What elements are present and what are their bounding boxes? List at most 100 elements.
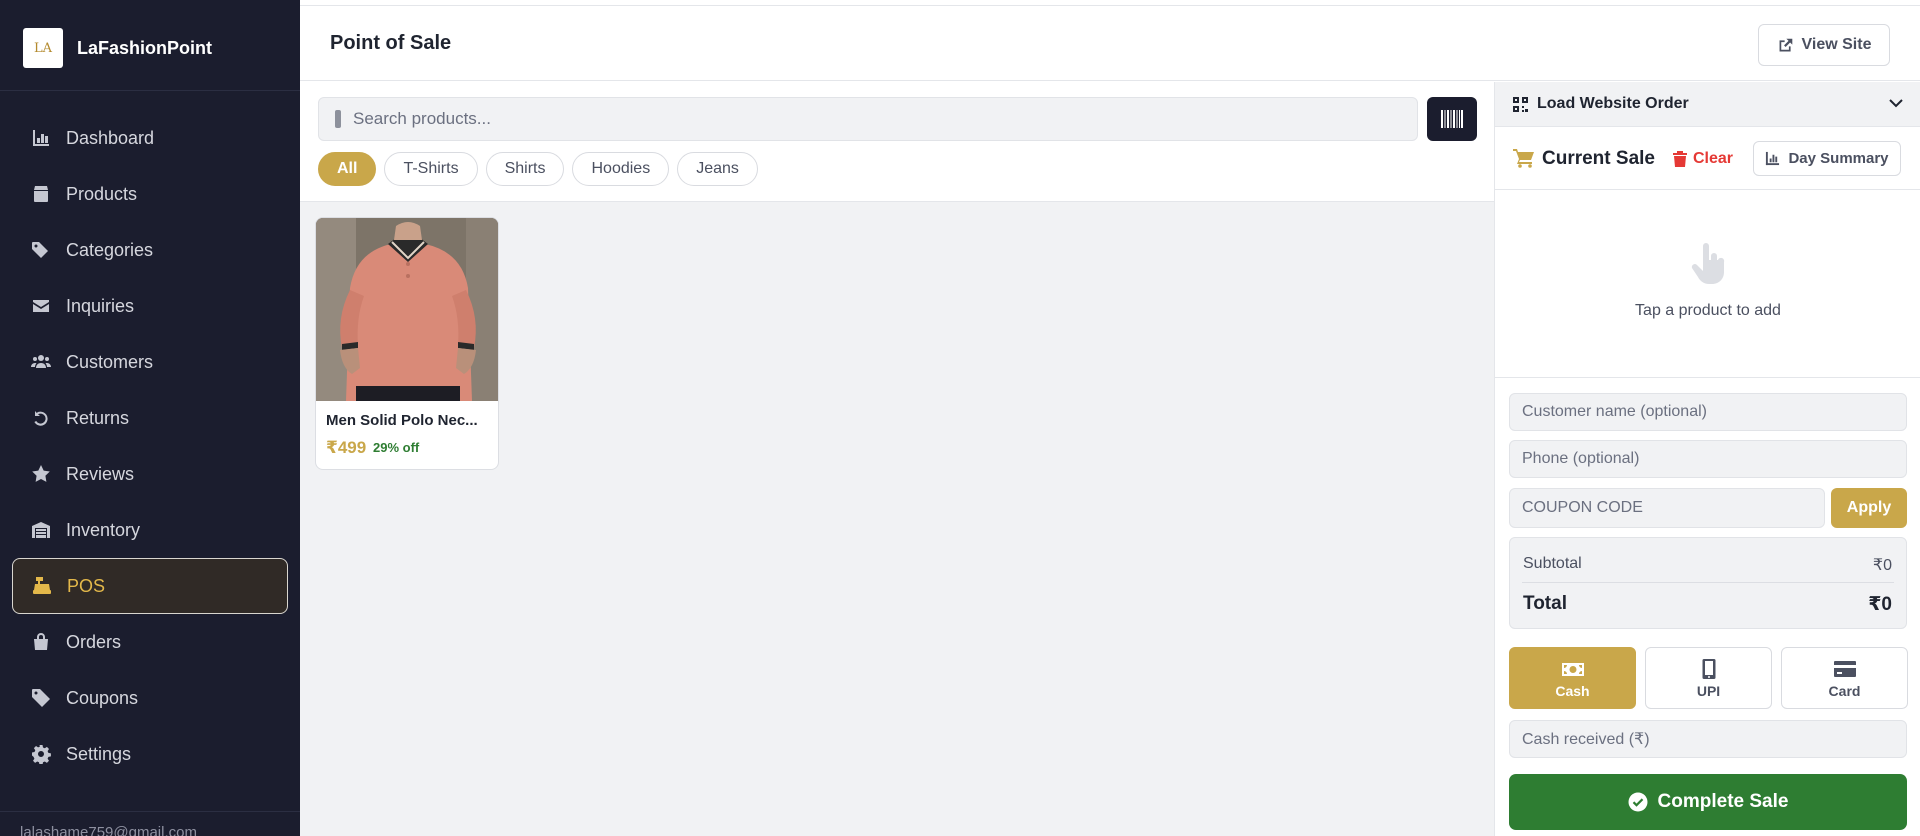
search-placeholder: Search products... — [353, 109, 491, 128]
barcode-icon — [1441, 110, 1463, 128]
sale-panel: Load Website Order Current Sale Clear Da… — [1494, 82, 1920, 836]
payment-cash-button[interactable]: Cash — [1509, 647, 1636, 709]
product-area: Search products... All T-Shirts Shirts H… — [300, 82, 1494, 836]
sidebar-item-settings[interactable]: Settings — [12, 726, 288, 782]
gear-icon — [30, 743, 52, 765]
sidebar-item-label: Categories — [66, 239, 154, 260]
money-bill-icon — [1561, 662, 1584, 676]
clear-label: Clear — [1693, 150, 1734, 167]
sidebar-item-coupons[interactable]: Coupons — [12, 670, 288, 726]
sidebar-item-customers[interactable]: Customers — [12, 334, 288, 390]
trash-icon — [1673, 151, 1687, 167]
brand[interactable]: LA LaFashionPoint — [0, 6, 300, 91]
sidebar-item-categories[interactable]: Categories — [12, 222, 288, 278]
totals-divider — [1522, 582, 1894, 583]
cart-icon — [1513, 149, 1534, 168]
sidebar-item-label: Dashboard — [66, 127, 155, 148]
product-photo — [316, 218, 498, 401]
payment-cash-label: Cash — [1555, 682, 1590, 699]
filter-chip-tshirts[interactable]: T-Shirts — [384, 152, 478, 186]
sidebar-item-dashboard[interactable]: Dashboard — [12, 110, 288, 166]
cursor-icon — [335, 110, 341, 128]
search-input[interactable]: Search products... — [318, 97, 1418, 141]
coupon-placeholder: COUPON CODE — [1522, 499, 1643, 516]
chevron-down-icon — [1889, 99, 1903, 108]
cash-register-icon — [31, 575, 53, 597]
sidebar-item-label: Customers — [66, 351, 154, 372]
users-icon — [30, 351, 52, 373]
sidebar-item-label: Reviews — [66, 463, 135, 484]
hand-pointer-icon — [1691, 243, 1725, 284]
coupon-code-field[interactable]: COUPON CODE — [1509, 488, 1825, 528]
view-site-button[interactable]: View Site — [1758, 24, 1890, 66]
sidebar-item-label: Products — [66, 183, 138, 204]
sidebar-user-email: lalashame759@gmail.com — [0, 811, 300, 836]
subtotal-value: ₹0 — [1872, 557, 1892, 574]
sidebar-item-inquiries[interactable]: Inquiries — [12, 278, 288, 334]
filter-chip-hoodies[interactable]: Hoodies — [572, 152, 670, 186]
clear-button[interactable]: Clear — [1673, 150, 1733, 168]
phone-placeholder: Phone (optional) — [1522, 450, 1640, 467]
day-summary-label: Day Summary — [1788, 150, 1889, 167]
brand-name: LaFashionPoint — [77, 37, 212, 58]
sidebar-item-label: Settings — [66, 743, 132, 764]
phone-field[interactable]: Phone (optional) — [1509, 440, 1907, 478]
credit-card-icon — [1833, 660, 1856, 677]
tag-icon — [30, 687, 52, 709]
sidebar-item-label: Inquiries — [66, 295, 135, 316]
total-label: Total — [1523, 593, 1567, 614]
load-website-order-toggle[interactable]: Load Website Order — [1495, 82, 1920, 127]
day-summary-button[interactable]: Day Summary — [1753, 141, 1901, 176]
filter-chip-jeans[interactable]: Jeans — [677, 152, 758, 186]
complete-sale-button[interactable]: Complete Sale — [1509, 774, 1907, 830]
empty-cart-state: Tap a product to add — [1495, 190, 1920, 378]
sidebar-item-pos[interactable]: POS — [12, 558, 288, 614]
box-icon — [30, 183, 52, 205]
customer-name-placeholder: Customer name (optional) — [1522, 403, 1707, 420]
cash-received-placeholder: Cash received (₹) — [1522, 731, 1650, 748]
sidebar-item-returns[interactable]: Returns — [12, 390, 288, 446]
brand-logo: LA — [23, 28, 63, 68]
sidebar-item-label: Orders — [66, 631, 122, 652]
page-header: Point of Sale View Site — [300, 6, 1920, 81]
current-sale-title: Current Sale — [1542, 148, 1655, 169]
current-sale-header: Current Sale Clear Day Summary — [1495, 128, 1920, 190]
sidebar: LA LaFashionPoint Dashboard Products Cat… — [0, 0, 300, 836]
sidebar-item-label: POS — [67, 575, 106, 596]
filter-chip-all[interactable]: All — [318, 152, 377, 186]
view-site-label: View Site — [1801, 36, 1872, 53]
category-filter-chips: All T-Shirts Shirts Hoodies Jeans — [318, 152, 758, 186]
apply-coupon-button[interactable]: Apply — [1831, 488, 1907, 528]
load-order-label: Load Website Order — [1537, 95, 1689, 112]
sidebar-item-inventory[interactable]: Inventory — [12, 502, 288, 558]
mobile-phone-icon — [1702, 658, 1715, 679]
complete-sale-label: Complete Sale — [1657, 791, 1789, 812]
subtotal-label: Subtotal — [1523, 555, 1582, 572]
payment-card-button[interactable]: Card — [1781, 647, 1908, 709]
qrcode-icon — [1513, 96, 1528, 112]
filter-chip-shirts[interactable]: Shirts — [485, 152, 565, 186]
payment-upi-button[interactable]: UPI — [1645, 647, 1772, 709]
sidebar-item-orders[interactable]: Orders — [12, 614, 288, 670]
sidebar-item-reviews[interactable]: Reviews — [12, 446, 288, 502]
page-title: Point of Sale — [330, 32, 452, 54]
envelope-icon — [30, 295, 52, 317]
sidebar-item-products[interactable]: Products — [12, 166, 288, 222]
product-name: Men Solid Polo Nec... — [326, 412, 478, 429]
cash-received-field[interactable]: Cash received (₹) — [1509, 720, 1907, 758]
tags-icon — [30, 239, 52, 261]
product-price: ₹499 — [326, 438, 367, 457]
sidebar-item-label: Coupons — [66, 687, 139, 708]
barcode-scan-button[interactable] — [1427, 97, 1477, 141]
star-icon — [30, 463, 52, 485]
product-card[interactable]: Men Solid Polo Nec... ₹499 29% off — [315, 217, 499, 470]
check-circle-icon — [1628, 792, 1648, 812]
external-link-icon — [1779, 38, 1792, 51]
customer-name-field[interactable]: Customer name (optional) — [1509, 393, 1907, 431]
payment-upi-label: UPI — [1696, 682, 1721, 699]
empty-cart-text: Tap a product to add — [1635, 302, 1781, 319]
sidebar-item-label: Returns — [66, 407, 130, 428]
payment-card-label: Card — [1828, 682, 1861, 699]
total-value: ₹0 — [1868, 594, 1892, 615]
chart-bar-icon — [30, 127, 52, 149]
